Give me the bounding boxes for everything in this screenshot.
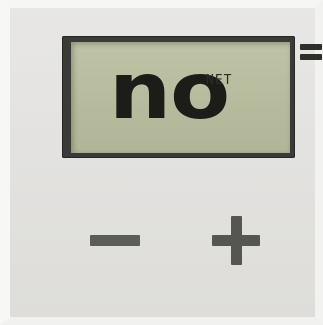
minus-button-label: − — [70, 208, 71, 209]
lcd-network-label: NET — [206, 73, 233, 88]
plus-button[interactable]: + — [200, 204, 282, 274]
lcd-screen: no NET — [71, 42, 290, 153]
plus-icon-vertical — [231, 216, 242, 265]
equals-icon-bar-bottom — [300, 54, 322, 60]
minus-icon — [90, 235, 140, 246]
thermostat-panel: no NET − + — [0, 0, 323, 325]
lcd-main-text: no — [109, 47, 230, 137]
equals-icon — [300, 38, 322, 62]
equals-icon-bar-top — [300, 44, 322, 50]
plus-button-label: + — [200, 204, 201, 205]
minus-button[interactable]: − — [70, 208, 152, 268]
lcd-bezel: no NET — [62, 36, 295, 158]
